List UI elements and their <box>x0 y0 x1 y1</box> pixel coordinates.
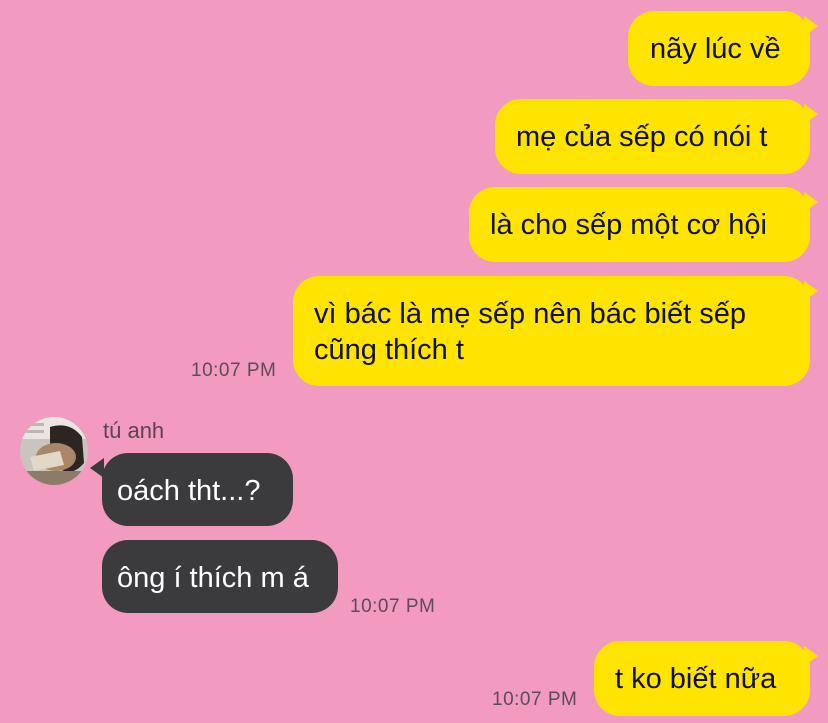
incoming-message-bubble[interactable]: oách tht...? <box>102 453 293 526</box>
message-timestamp: 10:07 PM <box>492 689 578 710</box>
outgoing-message-bubble[interactable]: là cho sếp một cơ hội <box>469 187 810 262</box>
contact-avatar[interactable] <box>20 417 88 485</box>
outgoing-message-bubble[interactable]: t ko biết nữa <box>594 641 810 716</box>
sender-name: tú anh <box>103 418 165 443</box>
message-text: mẹ của sếp có nói t <box>516 121 768 153</box>
message-text: ông í thích m á <box>117 562 309 594</box>
avatar-photo-icon <box>20 417 88 485</box>
outgoing-message-bubble[interactable]: nãy lúc về <box>628 11 810 86</box>
chat-thread: nãy lúc về mẹ của sếp có nói t là cho sế… <box>0 0 828 723</box>
message-text: t ko biết nữa <box>615 663 777 695</box>
bubble-tail <box>804 104 818 124</box>
outgoing-message-bubble[interactable]: vì bác là mẹ sếp nên bác biết sếp cũng t… <box>293 276 810 386</box>
message-timestamp: 10:07 PM <box>350 596 436 617</box>
bubble-tail <box>804 16 818 36</box>
incoming-message-bubble[interactable]: ông í thích m á <box>102 540 338 613</box>
message-timestamp: 10:07 PM <box>191 360 277 381</box>
message-text: nãy lúc về <box>650 33 781 65</box>
bubble-tail <box>804 281 818 301</box>
message-text: là cho sếp một cơ hội <box>490 209 767 241</box>
message-text-line: vì bác là mẹ sếp nên bác biết sếp <box>314 298 747 330</box>
message-text-line: cũng thích t <box>314 334 464 366</box>
bubble-tail <box>90 458 104 478</box>
message-text: oách tht...? <box>117 475 261 507</box>
bubble-tail <box>804 192 818 212</box>
bubble-tail <box>804 646 818 666</box>
outgoing-message-bubble[interactable]: mẹ của sếp có nói t <box>495 99 810 174</box>
